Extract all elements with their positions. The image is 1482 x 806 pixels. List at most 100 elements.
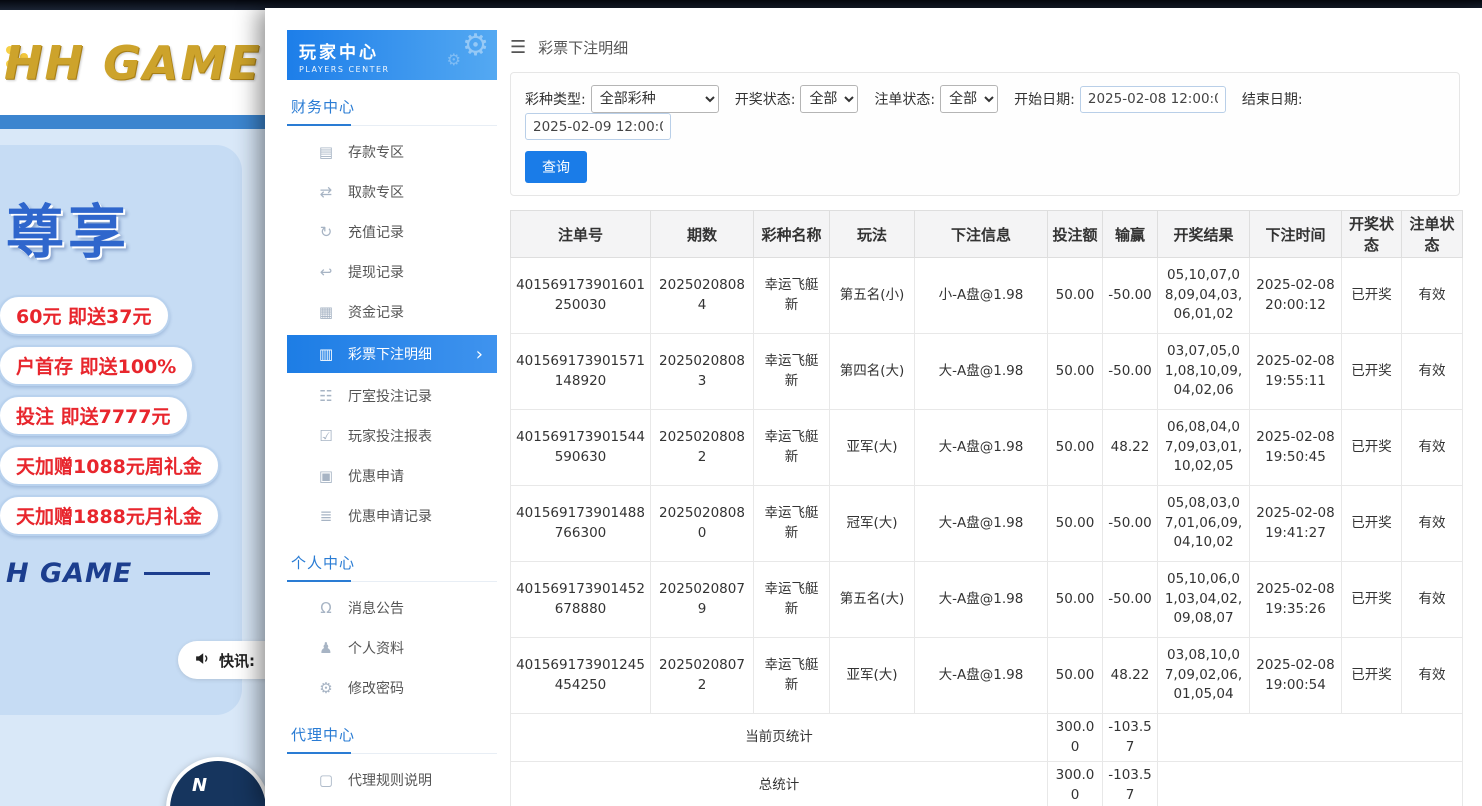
cell-bet-amount: 50.00 [1048,562,1103,638]
cell-bet-id: 401569173901601250030 [511,258,651,334]
cell-bet-id: 401569173901452678880 [511,562,651,638]
sidebar-item-change-password[interactable]: ⚙ 修改密码 [287,668,497,708]
cell-win-loss: -50.00 [1103,486,1158,562]
cell-period: 20250208082 [651,410,754,486]
column-header: 输赢 [1103,211,1158,258]
sidebar-item-label: 玩家投注报表 [348,426,432,446]
lottery-type-label: 彩种类型: [525,89,586,109]
cell-bet-status: 有效 [1402,486,1463,562]
sidebar-item-label: 提现记录 [348,262,404,282]
cell-bet-time: 2025-02-08 19:00:54 [1250,638,1342,714]
cell-play-method: 第五名(大) [830,562,915,638]
cell-draw-status: 已开奖 [1342,638,1402,714]
sidebar-item-label: 充值记录 [348,222,404,242]
cell-win-loss: -50.00 [1103,334,1158,410]
menu-icon[interactable]: ☰ [510,37,526,58]
cell-bet-time: 2025-02-08 19:35:26 [1250,562,1342,638]
brand-text: H GAME [6,558,132,589]
bell-icon: Ω [317,599,335,617]
cell-bet-id: 401569173901571148920 [511,334,651,410]
lottery-type-select[interactable]: 全部彩种 [591,85,719,113]
table-row: 401569173901601250030 20250208084 幸运飞艇新 … [511,258,1463,334]
cell-draw-result: 03,07,05,01,08,10,09,04,02,06 [1158,334,1250,410]
deposit-icon: ▤ [317,143,335,161]
withdraw-record-icon: ↩ [317,263,335,281]
sidebar-item-withdraw-zone[interactable]: ⇄ 取款专区 [287,172,497,212]
sidebar-item-label: 取款专区 [348,182,404,202]
table-row: 401569173901544590630 20250208082 幸运飞艇新 … [511,410,1463,486]
sidebar-item-agent-rules[interactable]: ▢ 代理规则说明 [287,760,497,800]
main-content: ☰ 彩票下注明细 彩种类型: 全部彩种 开奖状态: 全部 注单状态: 全部 [510,30,1460,784]
sidebar-item-recharge-records[interactable]: ↻ 充值记录 [287,212,497,252]
sidebar-item-label: 消息公告 [348,598,404,618]
cell-win-loss: -50.00 [1103,258,1158,334]
draw-status-select[interactable]: 全部 [800,85,858,113]
cell-lottery-name: 幸运飞艇新 [754,258,830,334]
page-title: 彩票下注明细 [538,37,628,58]
sidebar-item-hall-bet-records[interactable]: ☷ 厅室投注记录 [287,376,497,416]
cell-bet-info: 大-A盘@1.98 [915,486,1048,562]
bet-status-label: 注单状态: [874,89,935,109]
sidebar-item-label: 彩票下注明细 [348,344,432,364]
sidebar-item-deposit-zone[interactable]: ▤ 存款专区 [287,132,497,172]
cell-bet-amount: 50.00 [1048,638,1103,714]
sidebar-item-promo-apply-records[interactable]: ≣ 优惠申请记录 [287,496,497,536]
sidebar-item-messages[interactable]: Ω 消息公告 [287,588,497,628]
bet-details-icon: ▥ [317,345,335,363]
sidebar-item-label: 个人资料 [348,638,404,658]
cell-bet-amount: 50.00 [1048,410,1103,486]
promo-banner: 尊享 60元 即送37元户首存 即送100%投注 即送7777元天加赠1088元… [0,145,242,715]
sidebar-item-label: 代理规则说明 [348,770,432,790]
cell-draw-result: 03,08,10,07,09,02,06,01,05,04 [1158,638,1250,714]
content-header: ☰ 彩票下注明细 [510,30,1460,64]
sidebar-item-profile[interactable]: ♟ 个人资料 [287,628,497,668]
cell-win-loss: 48.22 [1103,638,1158,714]
cell-win-loss: 48.22 [1103,410,1158,486]
site-logo: HH GAME [4,36,262,90]
sidebar-item-label: 优惠申请 [348,466,404,486]
sidebar-item-label: 优惠申请记录 [348,506,432,526]
cell-bet-status: 有效 [1402,562,1463,638]
funds-icon: ▦ [317,303,335,321]
cell-bet-amount: 50.00 [1048,334,1103,410]
column-header: 下注时间 [1250,211,1342,258]
cell-lottery-name: 幸运飞艇新 [754,334,830,410]
filter-panel: 彩种类型: 全部彩种 开奖状态: 全部 注单状态: 全部 开始日期: 结束日期: [510,72,1460,196]
end-date-label: 结束日期: [1242,89,1303,109]
cell-play-method: 第五名(小) [830,258,915,334]
chevron-right-icon: › [476,344,483,365]
start-date-label: 开始日期: [1014,89,1075,109]
sidebar-item-withdraw-records[interactable]: ↩ 提现记录 [287,252,497,292]
summary-bet-total: 300.00 [1048,714,1103,762]
sidebar-item-agent-team-stats[interactable]: ▨ 代理团队统计 [287,800,497,806]
cell-draw-status: 已开奖 [1342,486,1402,562]
cell-period: 20250208072 [651,638,754,714]
sidebar-item-label: 厅室投注记录 [348,386,432,406]
sidebar-item-funds-records[interactable]: ▦ 资金记录 [287,292,497,332]
promo-icon: ▣ [317,467,335,485]
gear-decoration-icon: ⚙ [447,50,461,69]
start-date-input[interactable] [1080,86,1226,113]
cell-draw-status: 已开奖 [1342,562,1402,638]
cell-bet-id: 401569173901488766300 [511,486,651,562]
cell-bet-amount: 50.00 [1048,486,1103,562]
gear-decoration-icon: ⚙ [462,30,489,63]
background-badge-circle: N [166,757,270,806]
sidebar-item-player-bet-report[interactable]: ☑ 玩家投注报表 [287,416,497,456]
cell-draw-result: 05,10,06,01,03,04,02,09,08,07 [1158,562,1250,638]
column-header: 注单号 [511,211,651,258]
cell-bet-status: 有效 [1402,334,1463,410]
end-date-input[interactable] [525,113,671,140]
sidebar-item-promo-apply[interactable]: ▣ 优惠申请 [287,456,497,496]
cell-draw-result: 06,08,04,07,09,03,01,10,02,05 [1158,410,1250,486]
cell-bet-time: 2025-02-08 20:00:12 [1250,258,1342,334]
search-button[interactable]: 查询 [525,151,587,183]
cell-bet-time: 2025-02-08 19:55:11 [1250,334,1342,410]
sidebar-item-label: 资金记录 [348,302,404,322]
sidebar-item-lottery-bet-details[interactable]: ▥ 彩票下注明细 › [287,335,497,373]
cell-play-method: 冠军(大) [830,486,915,562]
report-icon: ☑ [317,427,335,445]
bet-status-select[interactable]: 全部 [940,85,998,113]
speaker-icon [194,650,211,671]
summary-label: 当前页统计 [511,714,1048,762]
